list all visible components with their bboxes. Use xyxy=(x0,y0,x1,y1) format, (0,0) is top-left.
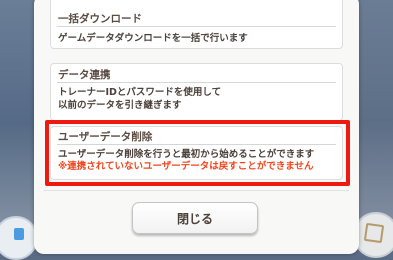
data-link-card[interactable]: データ連携 トレーナーIDとパスワードを使用して 以前のデータを引き継ぎます xyxy=(50,63,343,121)
footer-divider xyxy=(44,190,349,191)
corner-menu-button-left[interactable] xyxy=(0,216,38,260)
data-link-description-line1: トレーナーIDとパスワードを使用して xyxy=(58,87,222,98)
bulk-download-divider xyxy=(57,26,336,27)
data-management-dialog: 一括ダウンロード ゲームデータダウンロードを一括で行います データ連携 トレーナ… xyxy=(34,0,359,254)
close-button[interactable]: 閉じる xyxy=(132,202,258,234)
data-link-title: データ連携 xyxy=(58,69,111,81)
background-left xyxy=(0,0,34,247)
background-right xyxy=(359,0,393,247)
corner-menu-button-right[interactable] xyxy=(353,212,393,258)
menu-icon xyxy=(14,228,24,240)
bulk-download-card[interactable]: 一括ダウンロード ゲームデータダウンロードを一括で行います xyxy=(50,0,343,49)
close-button-label: 閉じる xyxy=(176,212,213,226)
card-icon xyxy=(363,222,385,244)
bulk-download-title: 一括ダウンロード xyxy=(58,13,142,25)
data-link-description-line2: 以前のデータを引き継ぎます xyxy=(58,100,182,111)
data-link-divider xyxy=(57,82,336,83)
bulk-download-description: ゲームデータダウンロードを一括で行います xyxy=(58,33,248,44)
highlight-frame xyxy=(45,120,350,186)
